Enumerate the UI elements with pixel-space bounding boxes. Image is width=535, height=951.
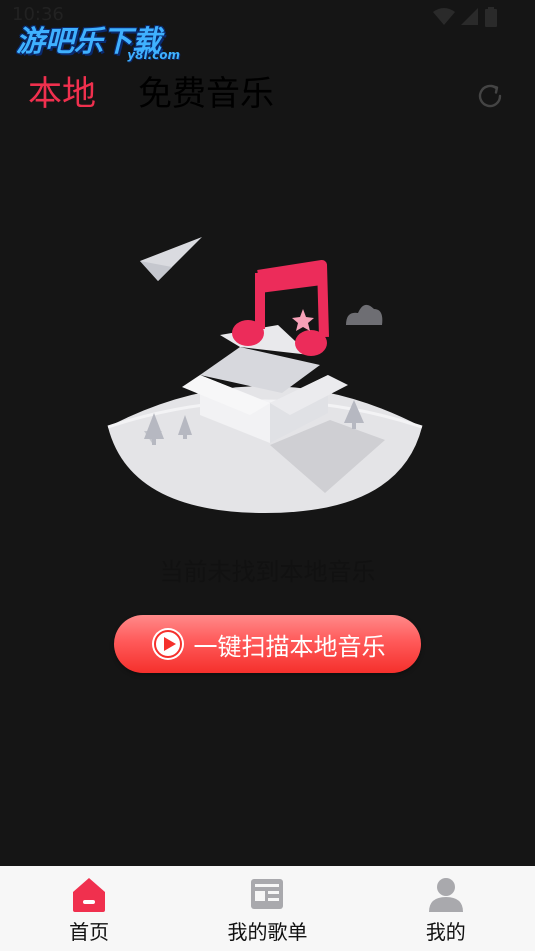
home-icon	[73, 878, 106, 912]
nav-item-me[interactable]: 我的	[357, 866, 535, 951]
playlist-icon	[251, 879, 284, 909]
scan-local-music-button[interactable]: 一键扫描本地音乐	[114, 615, 421, 673]
refresh-icon	[478, 84, 502, 108]
nav-label-me: 我的	[425, 920, 466, 944]
refresh-button[interactable]	[472, 78, 508, 114]
watermark-logo: 游吧乐下载 y8l.com	[16, 18, 186, 68]
battery-icon	[485, 7, 497, 27]
nav-label-home: 首页	[69, 920, 110, 944]
empty-state-text: 当前未找到本地音乐	[159, 558, 376, 586]
wifi-icon	[433, 8, 455, 25]
nav-label-playlist: 我的歌单	[227, 920, 308, 944]
nav-item-home[interactable]: 首页	[0, 866, 178, 951]
tab-local[interactable]: 本地	[28, 72, 96, 116]
header-tabs: 本地 免费音乐	[28, 72, 274, 116]
watermark-subtext: y8l.com	[127, 48, 180, 62]
empty-illustration	[100, 225, 430, 525]
signal-icon	[461, 8, 478, 25]
user-icon	[428, 878, 463, 912]
tab-free-music[interactable]: 免费音乐	[138, 72, 274, 116]
play-circle-icon	[151, 628, 184, 660]
scan-button-label: 一键扫描本地音乐	[193, 632, 386, 661]
bottom-nav: 首页 我的歌单 我的	[0, 866, 535, 951]
nav-item-playlist[interactable]: 我的歌单	[178, 866, 356, 951]
status-icons	[433, 7, 497, 27]
